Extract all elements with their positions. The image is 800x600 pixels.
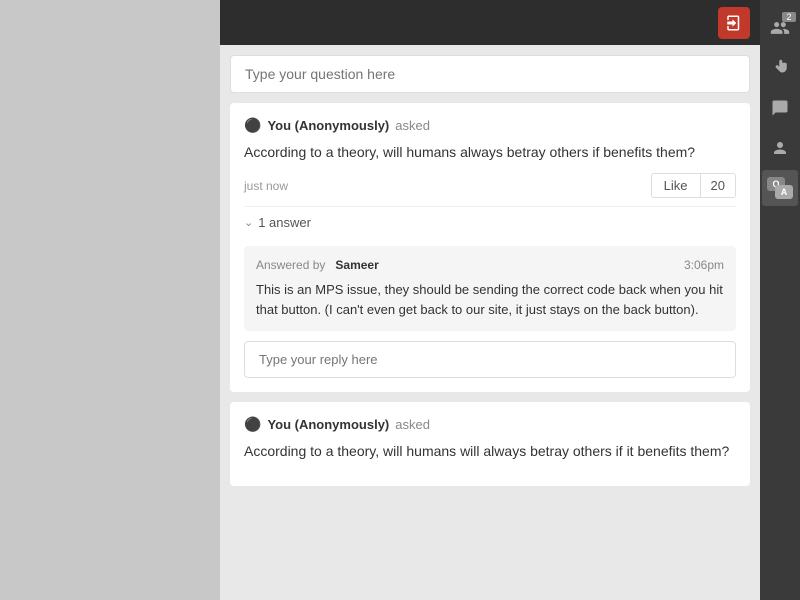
question-action: asked (395, 118, 430, 133)
question-text: According to a theory, will humans alway… (244, 142, 736, 163)
answers-count: 1 answer (258, 215, 311, 230)
answer-text: This is an MPS issue, they should be sen… (256, 280, 724, 319)
question2-username: You (Anonymously) (267, 417, 389, 432)
sidebar-users-icon[interactable]: 2 (762, 10, 798, 46)
user-icon: ⚫ (244, 117, 261, 134)
chevron-icon: ⌄ (244, 216, 253, 229)
question2-header: ⚫ You (Anonymously) asked (244, 416, 736, 433)
sidebar-hand-icon[interactable] (762, 50, 798, 86)
like-count: 20 (701, 174, 735, 197)
answer-header: Answered by Sameer 3:06pm (256, 258, 724, 272)
answer-box: Answered by Sameer 3:06pm This is an MPS… (244, 246, 736, 331)
question-timestamp: just now (244, 179, 288, 193)
like-group: Like 20 (651, 173, 736, 198)
qa-a-label: A (775, 185, 793, 199)
question-username: You (Anonymously) (267, 118, 389, 133)
search-input[interactable] (230, 55, 750, 93)
question-header: ⚫ You (Anonymously) asked (244, 117, 736, 134)
sidebar-chat-icon[interactable] (762, 90, 798, 126)
answer-time: 3:06pm (684, 258, 724, 272)
like-button[interactable]: Like (652, 174, 701, 197)
logout-button[interactable] (718, 7, 750, 39)
question2-text: According to a theory, will humans will … (244, 441, 736, 462)
question-card-2: ⚫ You (Anonymously) asked According to a… (230, 402, 750, 486)
content-area: ⚫ You (Anonymously) asked According to a… (220, 45, 760, 600)
answer-by: Answered by Sameer (256, 258, 379, 272)
right-sidebar: 2 Q A (760, 0, 800, 600)
question-card-1: ⚫ You (Anonymously) asked According to a… (230, 103, 750, 392)
users-badge: 2 (782, 12, 796, 22)
user-icon-2: ⚫ (244, 416, 261, 433)
sidebar-qa-icon[interactable]: Q A (762, 170, 798, 206)
question2-action: asked (395, 417, 430, 432)
answerer-name: Sameer (335, 258, 378, 272)
qa-icon-inner: Q A (767, 177, 793, 199)
sidebar-person-icon[interactable] (762, 130, 798, 166)
top-bar (220, 0, 760, 45)
reply-input[interactable] (244, 341, 736, 378)
answers-toggle[interactable]: ⌄ 1 answer (244, 206, 736, 238)
question-footer: just now Like 20 (244, 173, 736, 198)
